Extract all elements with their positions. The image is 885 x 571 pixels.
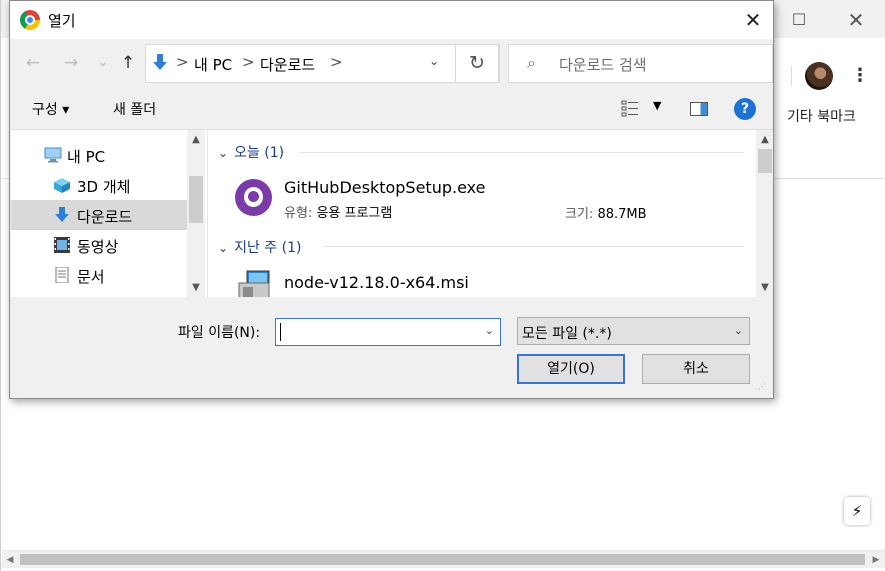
chrome-icon (20, 10, 40, 30)
scrollbar-thumb[interactable] (20, 554, 865, 565)
recent-locations-icon[interactable]: ⌄ (92, 52, 114, 74)
group-divider (300, 152, 744, 153)
new-folder-button[interactable]: 새 폴더 (113, 99, 156, 119)
tree-item-videos[interactable]: 동영상 (11, 230, 187, 260)
scrollbar-thumb[interactable] (758, 149, 772, 173)
cancel-button[interactable]: 취소 (642, 354, 750, 384)
breadcrumb-my-pc[interactable]: 내 PC (194, 54, 232, 75)
forward-icon[interactable]: → (60, 52, 82, 74)
scroll-up-icon[interactable]: ▲ (187, 132, 205, 148)
file-type-value: 응용 프로그램 (316, 206, 393, 221)
chevron-down-icon[interactable]: ⌄ (734, 324, 743, 337)
breadcrumb-separator[interactable]: > (330, 53, 343, 71)
group-header-label: 오늘 (1) (234, 145, 285, 161)
help-icon[interactable]: ? (734, 98, 756, 120)
navigation-pane: 내 PC 3D 개체 다운로드 동영상 문서 ▲ ▼ (11, 129, 207, 297)
breadcrumb-separator[interactable]: > (176, 53, 189, 71)
tree-scrollbar[interactable]: ▲ ▼ (187, 130, 205, 297)
github-icon (235, 179, 272, 216)
file-list: ⌄ 오늘 (1) GitHubDesktopSetup.exe 유형: 응용 프로… (207, 129, 773, 297)
dialog-title: 열기 (48, 12, 76, 30)
resize-grip-icon[interactable]: ⋰ (758, 383, 770, 396)
file-name: node-v12.18.0-x64.msi (284, 273, 469, 292)
chevron-down-icon: ⌄ (218, 241, 229, 255)
breadcrumb-separator[interactable]: > (242, 53, 255, 71)
downloads-icon (55, 207, 69, 222)
filename-input[interactable]: ⌄ (275, 318, 501, 346)
refresh-button[interactable]: ↻ (455, 44, 499, 83)
lightning-icon[interactable]: ⚡ (844, 497, 870, 525)
group-header-today[interactable]: ⌄ 오늘 (1) (218, 142, 284, 162)
3d-objects-icon (54, 178, 70, 193)
tree-item-documents[interactable]: 문서 (11, 260, 187, 290)
view-dropdown-icon[interactable]: ▼ (653, 99, 661, 112)
tree-item-3d-objects[interactable]: 3D 개체 (11, 170, 187, 200)
group-header-last-week[interactable]: ⌄ 지난 주 (1) (218, 237, 301, 257)
tree-item-label: 3D 개체 (77, 178, 131, 196)
pc-icon (44, 147, 62, 163)
dialog-titlebar: 열기 ✕ (10, 1, 773, 39)
group-header-label: 지난 주 (1) (234, 240, 302, 256)
more-menu-icon[interactable]: ⋮ (851, 64, 869, 88)
preview-pane-icon[interactable] (690, 102, 708, 116)
address-bar[interactable]: > 내 PC > 다운로드 > ⌄ (145, 44, 500, 83)
text-caret (280, 323, 281, 341)
documents-icon (55, 267, 69, 283)
close-icon[interactable]: ✕ (736, 5, 770, 35)
search-placeholder[interactable]: 다운로드 검색 (559, 54, 647, 75)
tree-item-label: 동영상 (77, 238, 119, 256)
open-button[interactable]: 열기(O) (517, 354, 625, 384)
chevron-down-icon: ⌄ (218, 146, 229, 160)
up-icon[interactable]: ↑ (117, 52, 139, 74)
filename-label: 파일 이름(N): (178, 325, 261, 341)
horizontal-scrollbar[interactable]: ◀ ▶ (2, 550, 885, 568)
open-file-dialog: 열기 ✕ ← → ⌄ ↑ > 내 PC > 다운로드 > ⌄ ↻ ⌕ 다운로드 … (9, 0, 774, 399)
scroll-right-icon[interactable]: ▶ (868, 552, 884, 568)
view-options-icon[interactable] (621, 99, 639, 117)
scrollbar-thumb[interactable] (189, 176, 203, 223)
file-list-scrollbar[interactable]: ▲ ▼ (756, 130, 773, 297)
videos-icon (54, 237, 70, 253)
filetype-select[interactable]: 모든 파일 (*.*) ⌄ (517, 317, 750, 345)
breadcrumb-downloads[interactable]: 다운로드 (260, 54, 315, 75)
scroll-down-icon[interactable]: ▼ (756, 280, 773, 296)
scroll-up-icon[interactable]: ▲ (756, 132, 773, 148)
search-box[interactable]: ⌕ 다운로드 검색 (508, 44, 773, 83)
refresh-icon: ↻ (469, 52, 485, 74)
tree-item-label: 문서 (77, 268, 105, 286)
filetype-selected: 모든 파일 (*.*) (522, 326, 612, 342)
profile-avatar[interactable] (805, 62, 833, 90)
maximize-icon[interactable]: ☐ (787, 8, 811, 32)
file-size: 크기: 88.7MB (565, 203, 647, 222)
downloads-icon (153, 54, 167, 70)
msi-installer-icon (238, 270, 270, 297)
scroll-left-icon[interactable]: ◀ (2, 552, 18, 568)
file-type: 유형: 응용 프로그램 (284, 202, 392, 221)
close-icon[interactable]: ✕ (844, 8, 868, 32)
scroll-down-icon[interactable]: ▼ (187, 280, 205, 296)
file-size-label: 크기: (565, 207, 594, 222)
file-size-value: 88.7MB (597, 207, 647, 222)
organize-button[interactable]: 구성 ▾ (32, 99, 69, 119)
tree-item-downloads[interactable]: 다운로드 (11, 200, 187, 230)
back-icon[interactable]: ← (22, 52, 44, 74)
file-name: GitHubDesktopSetup.exe (284, 178, 486, 197)
tree-item-my-pc[interactable]: 내 PC (11, 140, 187, 170)
toolbar-divider (791, 66, 792, 86)
tree-item-label: 내 PC (67, 148, 106, 166)
chevron-down-icon[interactable]: ⌄ (485, 324, 494, 337)
search-icon: ⌕ (527, 53, 536, 72)
tree-item-label: 다운로드 (77, 208, 133, 226)
file-type-label: 유형: (284, 206, 313, 221)
other-bookmarks[interactable]: 기타 북마크 (787, 106, 856, 126)
address-dropdown-icon[interactable]: ⌄ (429, 54, 439, 68)
group-divider (323, 246, 744, 247)
